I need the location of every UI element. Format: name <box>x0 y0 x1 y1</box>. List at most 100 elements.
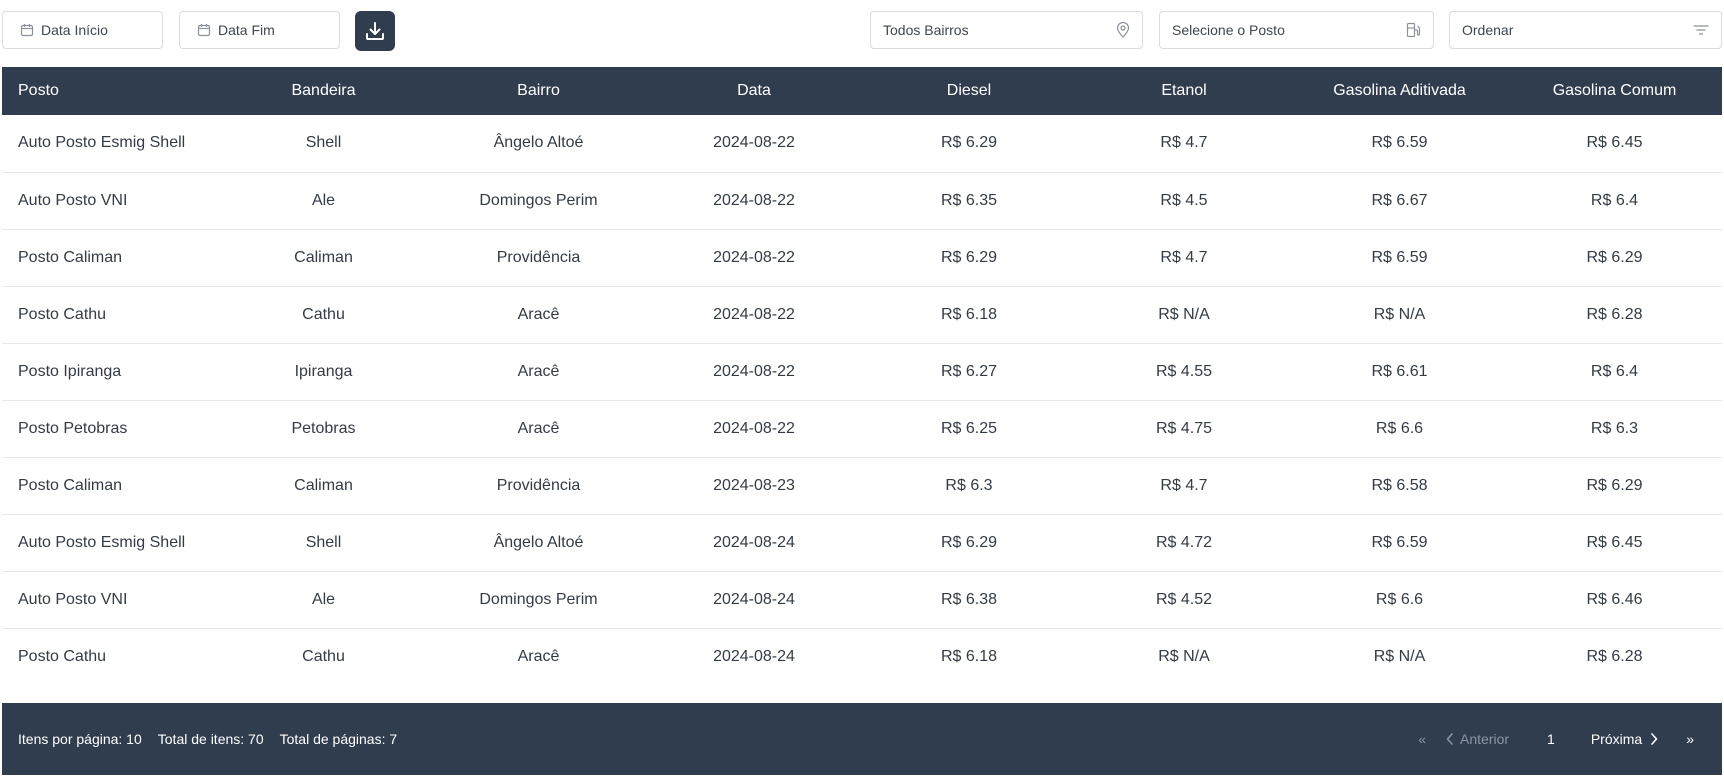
cell-bandeira: Cathu <box>302 305 345 323</box>
cell-diesel: R$ 6.29 <box>940 134 998 152</box>
cell-posto: Auto Posto Esmig Shell <box>18 134 186 152</box>
order-select-value: Ordenar <box>1462 22 1514 38</box>
cell-posto: Auto Posto Esmig Shell <box>18 533 186 551</box>
chevron-left-icon <box>1446 733 1454 745</box>
cell-diesel: R$ 6.38 <box>940 590 998 608</box>
date-start-label: Data Início <box>41 22 108 38</box>
cell-gasolina-aditivada: R$ N/A <box>1373 305 1426 323</box>
bairro-select[interactable]: Todos Bairros <box>870 11 1143 49</box>
header-bairro[interactable]: Bairro <box>431 67 646 115</box>
cell-diesel: R$ 6.35 <box>940 191 998 209</box>
cell-posto: Posto Cathu <box>18 647 107 665</box>
table-row: Posto Caliman Caliman Providência 2024-0… <box>2 229 1722 286</box>
items-per-page-text: Itens por página: 10 <box>18 731 142 747</box>
table-row: Posto Cathu Cathu Aracê 2024-08-22 R$ 6.… <box>2 286 1722 343</box>
cell-posto: Posto Petobras <box>18 419 128 437</box>
total-items-text: Total de itens: 70 <box>157 731 264 747</box>
current-page-number[interactable]: 1 <box>1547 731 1555 747</box>
cell-gasolina-aditivada: R$ 6.59 <box>1371 248 1428 266</box>
cell-posto: Posto Cathu <box>18 305 107 323</box>
cell-gasolina-comum: R$ 6.4 <box>1590 191 1639 209</box>
cell-data: 2024-08-24 <box>713 533 795 551</box>
fuel-pump-icon <box>1406 22 1421 38</box>
date-start-picker[interactable]: Data Início <box>2 11 163 49</box>
header-bandeira[interactable]: Bandeira <box>216 67 431 115</box>
filter-icon <box>1693 24 1709 36</box>
header-gasolina-comum[interactable]: Gasolina Comum <box>1507 67 1722 115</box>
cell-bandeira: Caliman <box>294 248 353 266</box>
cell-bandeira: Petobras <box>291 419 356 437</box>
cell-bairro: Providência <box>496 476 581 494</box>
posto-select-value: Selecione o Posto <box>1172 22 1285 38</box>
cell-bairro: Domingos Perim <box>479 191 598 209</box>
table-row: Auto Posto Esmig Shell Shell Ângelo Alto… <box>2 115 1722 172</box>
cell-data: 2024-08-24 <box>713 590 795 608</box>
cell-etanol: R$ 4.75 <box>1155 419 1213 437</box>
date-end-picker[interactable]: Data Fim <box>179 11 340 49</box>
cell-bairro: Ângelo Altoé <box>493 134 584 152</box>
table-row: Posto Petobras Petobras Aracê 2024-08-22… <box>2 400 1722 457</box>
table-row: Auto Posto Esmig Shell Shell Ângelo Alto… <box>2 514 1722 571</box>
cell-bairro: Aracê <box>517 647 560 665</box>
order-select[interactable]: Ordenar <box>1449 11 1722 49</box>
cell-posto: Auto Posto VNI <box>18 191 128 209</box>
cell-bandeira: Cathu <box>302 647 345 665</box>
cell-data: 2024-08-22 <box>713 362 795 380</box>
cell-data: 2024-08-22 <box>713 134 795 152</box>
cell-gasolina-comum: R$ 6.29 <box>1586 476 1643 494</box>
calendar-icon <box>20 23 34 37</box>
next-page-label: Próxima <box>1590 731 1643 747</box>
chevron-right-icon <box>1650 733 1658 745</box>
cell-data: 2024-08-24 <box>713 647 795 665</box>
cell-etanol: R$ 4.7 <box>1160 248 1208 266</box>
cell-gasolina-aditivada: R$ 6.67 <box>1371 191 1428 209</box>
cell-bandeira: Shell <box>305 533 342 551</box>
pager: « Anterior 1 Próxima » <box>1418 703 1722 775</box>
cell-gasolina-comum: R$ 6.29 <box>1586 248 1643 266</box>
cell-etanol: R$ 4.5 <box>1160 191 1208 209</box>
cell-data: 2024-08-22 <box>713 419 795 437</box>
bairro-select-value: Todos Bairros <box>883 22 969 38</box>
cell-data: 2024-08-22 <box>713 248 795 266</box>
cell-diesel: R$ 6.3 <box>945 476 993 494</box>
total-pages-text: Total de páginas: 7 <box>279 731 398 747</box>
table-row: Auto Posto VNI Ale Domingos Perim 2024-0… <box>2 172 1722 229</box>
pagination-footer: Itens por página: 10 Total de itens: 70 … <box>2 703 1722 775</box>
header-data[interactable]: Data <box>646 67 862 115</box>
cell-gasolina-aditivada: R$ 6.61 <box>1371 362 1428 380</box>
previous-page-label: Anterior <box>1460 731 1510 747</box>
cell-posto: Posto Ipiranga <box>18 362 122 380</box>
table-row: Posto Caliman Caliman Providência 2024-0… <box>2 457 1722 514</box>
cell-etanol: R$ 4.72 <box>1155 533 1213 551</box>
cell-diesel: R$ 6.25 <box>940 419 998 437</box>
cell-etanol: R$ 4.7 <box>1160 476 1208 494</box>
cell-bandeira: Ale <box>311 191 336 209</box>
cell-data: 2024-08-23 <box>713 476 795 494</box>
header-etanol[interactable]: Etanol <box>1076 67 1292 115</box>
cell-bandeira: Ipiranga <box>294 362 353 380</box>
cell-diesel: R$ 6.29 <box>940 248 998 266</box>
cell-gasolina-comum: R$ 6.4 <box>1590 362 1639 380</box>
prices-table: Posto Bandeira Bairro Data Diesel Etanol… <box>2 67 1722 685</box>
header-gasolina-aditivada[interactable]: Gasolina Aditivada <box>1292 67 1507 115</box>
cell-gasolina-comum: R$ 6.45 <box>1586 533 1643 551</box>
cell-etanol: R$ N/A <box>1158 305 1210 323</box>
last-page-button[interactable]: » <box>1686 731 1694 747</box>
pagination-stats: Itens por página: 10 Total de itens: 70 … <box>18 731 397 747</box>
cell-bandeira: Shell <box>305 134 342 152</box>
cell-gasolina-comum: R$ 6.3 <box>1590 419 1639 437</box>
cell-diesel: R$ 6.29 <box>940 533 998 551</box>
cell-diesel: R$ 6.27 <box>940 362 998 380</box>
cell-etanol: R$ 4.52 <box>1155 590 1213 608</box>
previous-page-button[interactable]: Anterior <box>1446 731 1509 747</box>
first-page-button[interactable]: « <box>1418 731 1426 747</box>
posto-select[interactable]: Selecione o Posto <box>1159 11 1434 49</box>
cell-bairro: Aracê <box>517 362 560 380</box>
download-button[interactable] <box>355 11 395 51</box>
cell-data: 2024-08-22 <box>713 305 795 323</box>
cell-gasolina-comum: R$ 6.28 <box>1586 305 1643 323</box>
next-page-button[interactable]: Próxima <box>1591 731 1658 747</box>
prices-table-container: Posto Bandeira Bairro Data Diesel Etanol… <box>2 67 1722 685</box>
header-diesel[interactable]: Diesel <box>862 67 1076 115</box>
header-posto[interactable]: Posto <box>2 67 216 115</box>
